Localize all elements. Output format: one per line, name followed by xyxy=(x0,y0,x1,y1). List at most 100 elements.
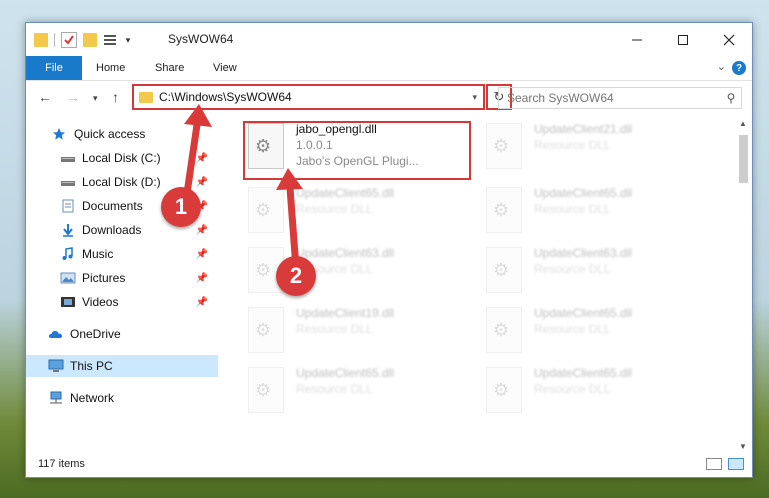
help-icon[interactable]: ? xyxy=(732,61,746,75)
tab-share[interactable]: Share xyxy=(155,56,184,80)
navigation-pane: Quick access Local Disk (C:) 📌 Local Dis… xyxy=(26,115,218,455)
file-tile[interactable]: ⚙ UpdateClient65.dll Resource DLL xyxy=(486,185,716,243)
sidebar-item-label: Local Disk (D:) xyxy=(82,175,161,189)
pin-icon[interactable]: 📌 xyxy=(196,153,208,164)
gear-icon: ⚙ xyxy=(493,136,510,156)
dll-file-icon: ⚙ xyxy=(486,367,522,413)
file-tile[interactable]: ⚙ UpdateClient65.dll Resource DLL xyxy=(486,305,716,363)
search-input[interactable] xyxy=(499,90,721,106)
tab-home[interactable]: Home xyxy=(96,56,125,80)
file-name: UpdateClient65.dll xyxy=(534,366,633,380)
maximize-icon[interactable] xyxy=(660,23,706,56)
status-bar: 117 items xyxy=(26,453,752,477)
file-tile[interactable]: ⚙ UpdateClient65.dll Resource DLL xyxy=(248,365,478,423)
dll-file-icon: ⚙ xyxy=(248,367,284,413)
explorer-window: ▾ SysWOW64 File Home Share View ⌄ ? ← → … xyxy=(25,22,753,478)
minimize-icon[interactable] xyxy=(614,23,660,56)
recent-locations-icon[interactable]: ▾ xyxy=(93,93,98,104)
address-path[interactable]: C:\Windows\SysWOW64 xyxy=(159,90,472,104)
gear-icon: ⚙ xyxy=(255,320,272,340)
file-name: UpdateClient63.dll xyxy=(296,246,395,260)
file-tile[interactable]: ⚙ UpdateClient63.dll Resource DLL xyxy=(486,245,716,303)
sidebar-item-label: Music xyxy=(82,247,114,261)
folder-icon[interactable] xyxy=(34,33,48,47)
file-tile[interactable]: ⚙ UpdateClient19.dll Resource DLL xyxy=(248,305,478,363)
gear-icon: ⚙ xyxy=(493,380,510,400)
documents-icon xyxy=(60,199,76,213)
file-type: Resource DLL xyxy=(296,202,373,216)
file-name: UpdateClient19.dll xyxy=(296,306,395,320)
search-box[interactable]: ⚲ xyxy=(498,87,742,109)
close-icon[interactable] xyxy=(706,23,752,56)
file-tab[interactable]: File xyxy=(26,56,82,80)
scroll-down-icon[interactable]: ▼ xyxy=(739,442,747,451)
drive-icon xyxy=(60,151,76,165)
dll-file-icon: ⚙ xyxy=(486,187,522,233)
file-type: Resource DLL xyxy=(534,322,611,336)
window-controls xyxy=(614,23,752,56)
window-title: SysWOW64 xyxy=(168,32,234,46)
pin-icon[interactable]: 📌 xyxy=(196,177,208,188)
scrollbar-thumb[interactable] xyxy=(739,135,748,183)
file-tile[interactable]: ⚙ UpdateClient21.dll Resource DLL xyxy=(486,121,716,179)
sidebar-item-pictures[interactable]: Pictures 📌 xyxy=(26,267,218,289)
sidebar-item-videos[interactable]: Videos 📌 xyxy=(26,291,218,313)
step-badge-2: 2 xyxy=(276,256,316,296)
file-tile[interactable]: ⚙ UpdateClient65.dll Resource DLL xyxy=(248,185,478,243)
new-folder-icon[interactable] xyxy=(83,33,97,47)
sidebar-item-quick-access[interactable]: Quick access xyxy=(26,123,218,145)
gear-icon: ⚙ xyxy=(255,260,272,280)
file-name: UpdateClient65.dll xyxy=(296,186,395,200)
tab-view[interactable]: View xyxy=(213,56,237,80)
file-tile[interactable]: ⚙ UpdateClient65.dll Resource DLL xyxy=(486,365,716,423)
scroll-up-icon[interactable]: ▲ xyxy=(739,119,747,128)
sidebar-item-music[interactable]: Music 📌 xyxy=(26,243,218,265)
sidebar-item-this-pc[interactable]: This PC xyxy=(26,355,218,377)
file-name: UpdateClient65.dll xyxy=(534,306,633,320)
customize-toolbar-icon[interactable] xyxy=(103,33,117,47)
sidebar-item-label: OneDrive xyxy=(70,327,121,341)
forward-icon[interactable]: → xyxy=(66,89,80,105)
ribbon: File Home Share View ⌄ ? xyxy=(26,56,752,81)
properties-icon[interactable] xyxy=(61,32,77,48)
pictures-icon xyxy=(60,271,76,285)
expand-ribbon-icon[interactable]: ⌄ xyxy=(717,60,726,73)
vertical-scrollbar[interactable]: ▲ ▼ xyxy=(735,115,752,455)
sidebar-item-label: Pictures xyxy=(82,271,126,285)
dll-file-icon: ⚙ xyxy=(486,123,522,169)
search-icon[interactable]: ⚲ xyxy=(721,91,741,105)
chevron-down-icon[interactable]: ▾ xyxy=(472,92,477,103)
file-type: Resource DLL xyxy=(534,138,611,152)
chevron-down-icon[interactable]: ▾ xyxy=(123,33,133,47)
sidebar-item-local-disk-c[interactable]: Local Disk (C:) 📌 xyxy=(26,147,218,169)
toolbar-divider xyxy=(54,33,55,47)
sidebar-item-network[interactable]: Network xyxy=(26,387,218,409)
quick-access-toolbar: ▾ xyxy=(34,32,133,48)
file-type: Resource DLL xyxy=(534,202,611,216)
sidebar-item-label: Local Disk (C:) xyxy=(82,151,161,165)
gear-icon: ⚙ xyxy=(493,320,510,340)
up-icon[interactable]: ↑ xyxy=(112,89,119,105)
pin-icon[interactable]: 📌 xyxy=(196,249,208,260)
file-type: Resource DLL xyxy=(296,382,373,396)
sidebar-item-onedrive[interactable]: OneDrive xyxy=(26,323,218,345)
pin-icon[interactable]: 📌 xyxy=(196,225,208,236)
gear-icon: ⚙ xyxy=(493,200,510,220)
sidebar-item-label: Documents xyxy=(82,199,143,213)
pin-icon[interactable]: 📌 xyxy=(196,273,208,284)
music-icon xyxy=(60,247,76,261)
file-type: Resource DLL xyxy=(534,262,611,276)
file-type: Resource DLL xyxy=(534,382,611,396)
pin-icon[interactable]: 📌 xyxy=(196,297,208,308)
cloud-icon xyxy=(48,327,64,341)
file-name: UpdateClient65.dll xyxy=(296,366,395,380)
tiles-view-icon[interactable] xyxy=(728,458,744,470)
computer-icon xyxy=(48,359,64,373)
title-bar: ▾ SysWOW64 xyxy=(26,23,752,56)
star-icon xyxy=(52,127,68,141)
back-icon[interactable]: ← xyxy=(38,89,52,105)
address-bar[interactable]: C:\Windows\SysWOW64 ▾ xyxy=(132,84,485,110)
highlight-box-file xyxy=(243,121,471,180)
dll-file-icon: ⚙ xyxy=(486,247,522,293)
details-view-icon[interactable] xyxy=(706,458,722,470)
